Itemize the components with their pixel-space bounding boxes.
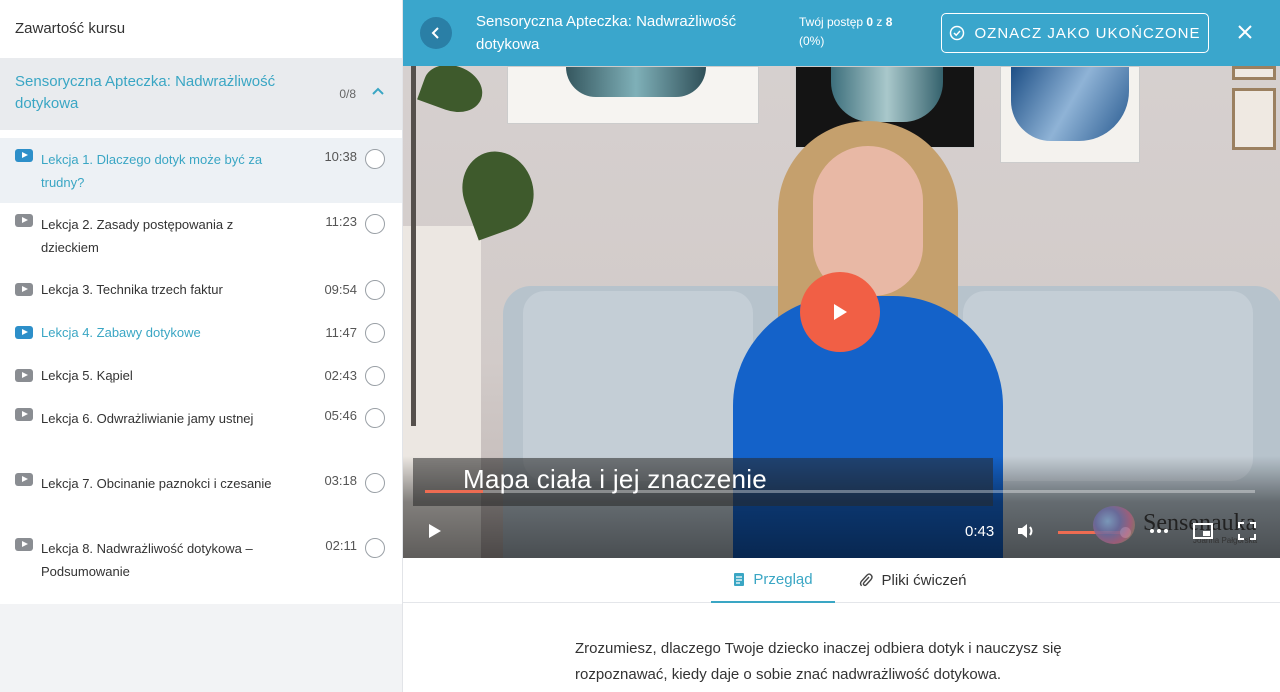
sofa-cushion <box>523 291 753 481</box>
current-time: 0:43 <box>965 523 995 540</box>
progress-text: Twój postęp 0 z 8 (0%) <box>799 13 892 51</box>
lesson-duration: 02:11 <box>325 538 357 553</box>
mark-complete-button[interactable]: OZNACZ JAKO UKOŃCZONE <box>941 13 1209 53</box>
check-circle-icon <box>950 25 965 41</box>
lesson-complete-checkbox[interactable] <box>365 214 385 234</box>
video-play-icon <box>15 149 33 162</box>
mark-complete-label: OZNACZ JAKO UKOŃCZONE <box>974 24 1201 42</box>
progress-of: z <box>873 15 886 29</box>
chevron-left-icon <box>431 27 439 39</box>
volume-button[interactable] <box>1015 521 1039 541</box>
wall-painting <box>1000 66 1140 163</box>
more-options-button[interactable] <box>1148 521 1170 541</box>
lesson-item[interactable]: Lekcja 1. Dlaczego dotyk może być za tru… <box>0 138 402 203</box>
lesson-complete-checkbox[interactable] <box>365 322 385 343</box>
video-play-icon <box>15 283 33 296</box>
close-icon[interactable] <box>1236 23 1254 41</box>
lesson-item[interactable]: Lekcja 3. Technika trzech faktur 09:54 <box>0 268 402 311</box>
video-play-icon <box>15 408 33 421</box>
lesson-title: Lekcja 6. Odwrażliwianie jamy ustnej <box>41 411 254 426</box>
document-icon <box>734 573 745 586</box>
back-button[interactable] <box>420 17 452 49</box>
lesson-complete-checkbox[interactable] <box>365 149 385 169</box>
lesson-item[interactable]: Lekcja 4. Zabawy dotykowe 11:47 <box>0 311 402 354</box>
video-player[interactable]: Mapa ciała i jej znaczenie 0:43 Sensenau… <box>403 66 1280 558</box>
wall-painting <box>507 66 759 124</box>
seek-bar[interactable] <box>425 490 1255 493</box>
lesson-duration: 11:23 <box>325 214 357 229</box>
lesson-duration: 03:18 <box>324 473 357 488</box>
wall-frame <box>1232 66 1276 80</box>
tab-exercise-files[interactable]: Pliki ćwiczeń <box>853 558 973 603</box>
lesson-item[interactable]: Lekcja 6. Odwrażliwianie jamy ustnej 05:4… <box>0 397 402 462</box>
video-play-icon <box>15 326 33 339</box>
sofa-cushion <box>963 291 1253 481</box>
play-icon <box>429 524 441 538</box>
section-title: Sensoryczna Apteczka: Nadwrażliwość doty… <box>15 73 276 112</box>
video-play-icon <box>15 369 33 382</box>
course-sidebar: Zawartość kursu Sensoryczna Apteczka: Na… <box>0 0 403 692</box>
lesson-item[interactable]: Lekcja 5. Kąpiel 02:43 <box>0 354 402 397</box>
lesson-tabs: Przegląd Pliki ćwiczeń <box>403 558 1280 603</box>
fullscreen-icon <box>1238 522 1256 540</box>
video-play-icon <box>15 214 33 227</box>
wall-frame <box>1232 88 1276 150</box>
tab-files-label: Pliki ćwiczeń <box>881 572 967 589</box>
tab-overview-label: Przegląd <box>753 571 813 588</box>
progress-prefix: Twój postęp <box>799 15 867 29</box>
video-play-icon <box>15 538 33 551</box>
lesson-duration: 05:46 <box>324 408 357 423</box>
pip-icon <box>1193 523 1213 539</box>
lesson-title: Lekcja 4. Zabawy dotykowe <box>41 325 201 340</box>
sidebar-heading: Zawartość kursu <box>0 0 402 58</box>
course-title: Sensoryczna Apteczka: Nadwrażliwość doty… <box>476 13 737 53</box>
big-play-button[interactable] <box>800 272 880 352</box>
play-icon <box>834 304 847 320</box>
section-count: 0/8 <box>339 87 356 101</box>
lesson-complete-checkbox[interactable] <box>365 538 385 558</box>
lesson-overview: Zrozumiesz, dlaczego Twoje dziecko inacz… <box>403 603 1280 692</box>
lesson-duration: 11:47 <box>325 325 357 340</box>
lamp <box>411 66 416 426</box>
video-play-icon <box>15 473 33 486</box>
lesson-item[interactable]: Lekcja 8. Nadwrażliwość dotykowa – Podsu… <box>0 527 402 592</box>
lesson-topbar: Sensoryczna Apteczka: Nadwrażliwość doty… <box>403 0 1280 66</box>
lesson-complete-checkbox[interactable] <box>365 365 385 386</box>
lesson-description: Zrozumiesz, dlaczego Twoje dziecko inacz… <box>575 640 1062 683</box>
lesson-title: Lekcja 5. Kąpiel <box>41 368 133 383</box>
lesson-duration: 02:43 <box>324 368 357 383</box>
lesson-title: Lekcja 8. Nadwrażliwość dotykowa – Podsu… <box>41 541 253 579</box>
picture-in-picture-button[interactable] <box>1191 521 1215 541</box>
lesson-list: Lekcja 1. Dlaczego dotyk może być za tru… <box>0 130 402 604</box>
lesson-duration: 10:38 <box>324 149 357 164</box>
paperclip-icon <box>860 573 874 587</box>
lesson-title: Lekcja 1. Dlaczego dotyk może być za tru… <box>41 152 263 190</box>
lesson-item[interactable]: Lekcja 7. Obcinanie paznokci i czesanie 0… <box>0 462 402 527</box>
section-header[interactable]: Sensoryczna Apteczka: Nadwrażliwość doty… <box>0 58 402 130</box>
chevron-up-icon[interactable] <box>372 86 384 98</box>
more-icon <box>1150 529 1168 533</box>
lesson-complete-checkbox[interactable] <box>365 279 385 300</box>
lesson-complete-checkbox[interactable] <box>365 473 385 493</box>
lesson-complete-checkbox[interactable] <box>365 408 385 428</box>
lesson-title: Lekcja 2. Zasady postępowania z dzieckie… <box>41 217 234 255</box>
progress-percent: (0%) <box>799 34 825 48</box>
fullscreen-button[interactable] <box>1236 521 1258 541</box>
lesson-title: Lekcja 3. Technika trzech faktur <box>41 282 223 297</box>
seek-progress <box>425 490 484 493</box>
watermark-logo <box>1093 506 1135 544</box>
progress-total: 8 <box>885 15 893 29</box>
lesson-title: Lekcja 7. Obcinanie paznokci i czesanie <box>41 476 272 491</box>
play-button[interactable] <box>425 521 445 541</box>
tab-overview[interactable]: Przegląd <box>711 558 835 603</box>
lesson-item[interactable]: Lekcja 2. Zasady postępowania z dzieckie… <box>0 203 402 268</box>
lesson-duration: 09:54 <box>324 282 357 297</box>
volume-icon <box>1018 524 1033 538</box>
